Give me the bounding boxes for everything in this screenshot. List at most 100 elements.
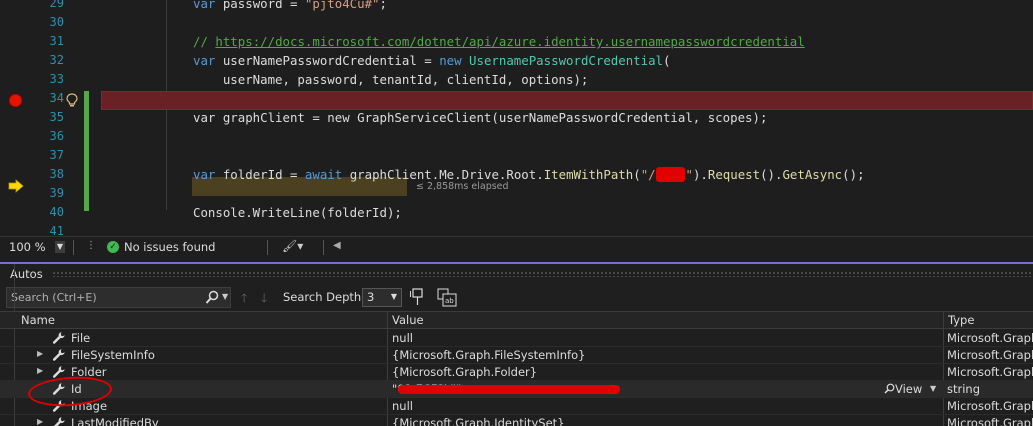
line-number: 37 (49, 148, 64, 162)
code-text[interactable]: var graphClient = new GraphServiceClient… (193, 108, 767, 127)
row-value[interactable]: null (392, 331, 413, 345)
code-line[interactable]: 35 var graphClient = new GraphServiceClie… (0, 108, 1033, 127)
code-text[interactable]: var password = "pjto4Cu#"; (193, 0, 387, 13)
table-row[interactable]: ▶ Folder {Microsoft.Graph.Folder} Microsoft… (0, 364, 1033, 381)
row-type: Microsoft.Graph (947, 331, 1033, 345)
view-as-table-icon[interactable]: ab (437, 288, 457, 307)
line-number: 32 (49, 53, 64, 67)
code-text[interactable]: Console.WriteLine(folderId); (193, 203, 402, 222)
code-token: "/ (640, 167, 656, 182)
column-header-value[interactable]: Value (392, 313, 424, 327)
scroll-left-icon[interactable]: ◀ (333, 240, 341, 251)
code-token: var (193, 0, 216, 11)
line-number: 39 (49, 186, 64, 200)
code-line[interactable]: 39 (0, 184, 1033, 203)
text-visualizer-button[interactable]: View (884, 382, 922, 396)
code-line[interactable]: 40 Console.WriteLine(folderId); (0, 203, 1033, 222)
row-value[interactable]: {Microsoft.Graph.IdentitySet} (392, 416, 565, 426)
zoom-level[interactable]: 100 % (9, 240, 46, 254)
zoom-dropdown-icon[interactable]: ▼ (55, 241, 65, 253)
title-grip (52, 271, 1033, 277)
code-token: UsernamePasswordCredential (469, 53, 664, 68)
editor-status-bar: 100 % ▼ ⋮ ✓ No issues found 🖌▾ ◀ (0, 236, 1033, 257)
code-text[interactable]: var folderId = await graphClient.Me.Driv… (193, 165, 865, 184)
code-editor[interactable]: 29 var password = "pjto4Cu#"; 30 31 // https… (0, 0, 1033, 236)
code-token: ItemWithPath (543, 167, 634, 182)
column-header-name[interactable]: Name (21, 313, 55, 327)
code-token: (); (842, 167, 865, 182)
issues-status[interactable]: No issues found (124, 240, 215, 254)
code-token: Request (707, 167, 761, 182)
row-value[interactable]: {Microsoft.Graph.Folder} (392, 365, 537, 379)
autos-window: Autos ▼ 🡑 🡓 Search Depth: 3 ▼ ab (0, 264, 1033, 426)
code-token: var (193, 53, 216, 68)
code-line[interactable]: 30 (0, 13, 1033, 32)
table-row[interactable]: ▶ LastModifiedBy {Microsoft.Graph.Identity… (0, 415, 1033, 426)
redaction-mark: fold (655, 167, 686, 182)
expand-arrow-icon[interactable]: ▶ (37, 366, 43, 375)
search-input[interactable] (11, 289, 201, 306)
row-value[interactable]: null (392, 399, 413, 413)
code-token: folderId = (215, 167, 305, 182)
code-token: new (439, 53, 462, 68)
expand-arrow-icon[interactable]: ▶ (37, 349, 43, 358)
row-value[interactable]: {Microsoft.Graph.FileSystemInfo} (392, 348, 585, 362)
code-line[interactable]: 32 var userNamePasswordCredential = new U… (0, 51, 1033, 70)
code-line[interactable]: 38 var folderId = await graphClient.Me.Dr… (0, 165, 1033, 184)
find-previous-icon[interactable]: 🡑 (241, 289, 247, 310)
code-line[interactable]: 33 userName, password, tenantId, clientI… (0, 70, 1033, 89)
autos-grid-header: Name Value Type (0, 311, 1033, 329)
row-name: File (71, 331, 91, 345)
line-number: 41 (49, 224, 64, 236)
search-box[interactable]: ▼ (6, 287, 231, 308)
magnifier-icon (884, 383, 895, 394)
row-name: FileSystemInfo (71, 348, 155, 362)
row-type: Microsoft.Graph (947, 416, 1033, 426)
table-row[interactable]: Image null Microsoft.Graph (0, 398, 1033, 415)
code-text[interactable]: userName, password, tenantId, clientId, … (193, 70, 589, 89)
row-type: Microsoft.Graph (947, 365, 1033, 379)
search-icon[interactable] (205, 290, 219, 305)
code-text[interactable]: // https://docs.microsoft.com/dotnet/api… (193, 32, 805, 51)
autos-toolbar: ▼ 🡑 🡓 Search Depth: 3 ▼ ab (0, 285, 1033, 310)
code-cleanup-icon[interactable]: 🖌▾ (282, 239, 303, 253)
code-text[interactable]: var userNamePasswordCredential = new Use… (193, 51, 670, 70)
line-number: 31 (49, 34, 64, 48)
pin-icon[interactable] (410, 288, 426, 306)
table-row[interactable]: File null Microsoft.Graph (0, 330, 1033, 347)
grip-icon: ⋮ (86, 240, 96, 251)
column-header-type[interactable]: Type (948, 313, 974, 327)
code-line[interactable]: 36 (0, 127, 1033, 146)
autos-title-bar[interactable]: Autos (0, 264, 1033, 284)
code-token: Root (506, 167, 537, 182)
find-next-icon[interactable]: 🡓 (261, 289, 267, 310)
code-token: // (193, 34, 216, 49)
divider (323, 240, 324, 255)
row-type: Microsoft.Graph (947, 399, 1033, 413)
row-type: string (947, 382, 981, 396)
line-number: 33 (49, 72, 64, 86)
code-line[interactable]: 34 (0, 89, 1033, 108)
code-line[interactable]: 31 // https://docs.microsoft.com/dotnet/a… (0, 32, 1033, 51)
property-wrench-icon (52, 332, 65, 344)
code-line[interactable]: 37 (0, 146, 1033, 165)
chevron-down-icon: ▼ (390, 292, 397, 301)
visualizer-dropdown-icon[interactable]: ▼ (930, 384, 936, 393)
line-number: 36 (49, 129, 64, 143)
search-depth-label: Search Depth: (283, 290, 366, 304)
search-depth-select[interactable]: 3 ▼ (362, 288, 402, 307)
code-token: ( (663, 53, 671, 68)
expand-arrow-icon[interactable]: ▶ (37, 417, 43, 426)
property-wrench-icon (52, 349, 65, 361)
code-line[interactable]: 29 var password = "pjto4Cu#"; (0, 0, 1033, 13)
code-token: . (536, 167, 544, 182)
svg-text:ab: ab (445, 297, 454, 305)
code-line[interactable]: 41 (0, 222, 1033, 236)
table-row[interactable]: ▶ FileSystemInfo {Microsoft.Graph.FileSyst… (0, 347, 1033, 364)
line-number: 30 (49, 15, 64, 29)
table-row[interactable]: Id"01 ECF3VI"View▼string (0, 381, 1033, 398)
check-circle-icon: ✓ (107, 241, 119, 253)
search-options-dropdown-icon[interactable]: ▼ (222, 292, 228, 301)
code-token: password = (215, 0, 305, 11)
